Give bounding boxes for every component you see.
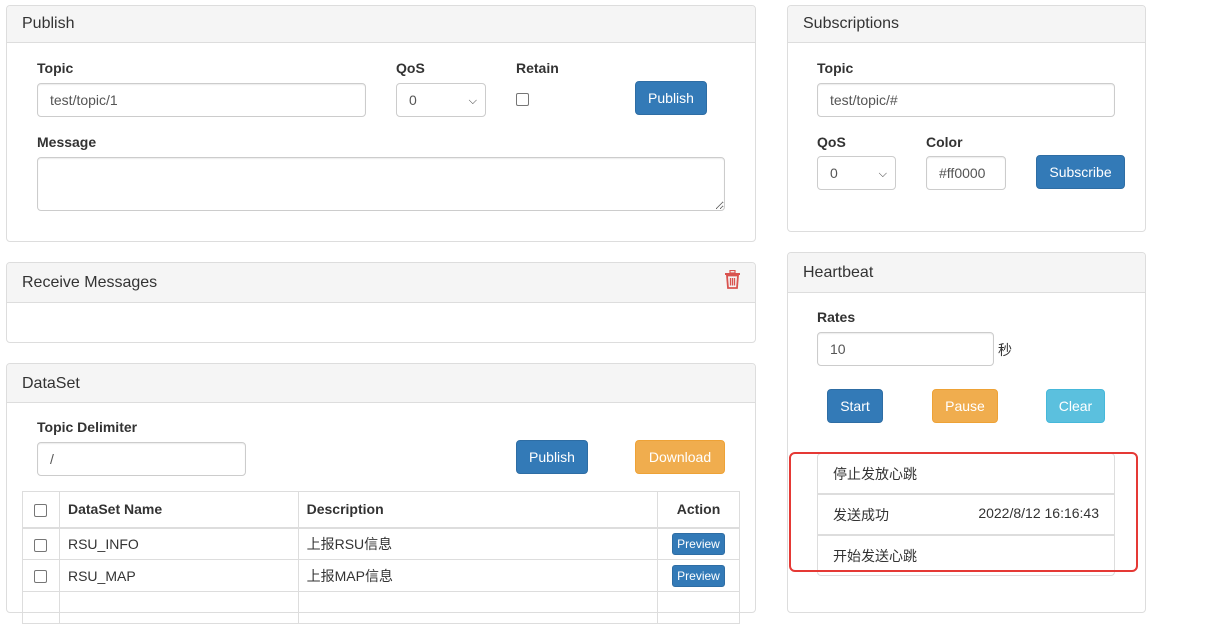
table-row xyxy=(22,591,740,624)
select-all-cell xyxy=(22,491,60,529)
color-label: Color xyxy=(926,134,963,150)
column-header-description: Description xyxy=(297,491,659,529)
column-header-name: DataSet Name xyxy=(58,491,299,529)
heartbeat-panel-title: Heartbeat xyxy=(788,253,1145,293)
dataset-panel-title: DataSet xyxy=(7,364,755,403)
color-input[interactable]: #ff0000 xyxy=(926,156,1006,190)
rates-label: Rates xyxy=(817,309,856,325)
publish-panel-title: Publish xyxy=(7,6,755,43)
table-header-row: DataSet Name Description Action xyxy=(22,491,740,529)
row-checkbox[interactable] xyxy=(34,570,48,584)
message-textarea[interactable] xyxy=(37,157,725,211)
publish-button[interactable]: Publish xyxy=(635,81,707,115)
publish-qos-label: QoS xyxy=(396,60,425,76)
dataset-name-cell: RSU_MAP xyxy=(58,559,299,592)
subscription-qos-select[interactable]: 0 ⌵ xyxy=(817,156,896,190)
subscriptions-panel: Subscriptions xyxy=(787,5,1146,232)
select-all-checkbox[interactable] xyxy=(34,504,48,518)
pause-button[interactable]: Pause xyxy=(932,389,998,423)
chevron-down-icon: ⌵ xyxy=(468,95,477,107)
chevron-down-icon: ⌵ xyxy=(878,168,887,180)
publish-qos-value: 0 xyxy=(409,92,417,108)
retain-checkbox[interactable] xyxy=(516,93,529,106)
dataset-name-cell: RSU_INFO xyxy=(58,527,299,560)
dataset-description-cell: 上报RSU信息 xyxy=(297,527,659,560)
dataset-description-cell: 上报MAP信息 xyxy=(297,559,659,592)
action-cell: Preview xyxy=(657,559,740,592)
subscription-qos-value: 0 xyxy=(830,165,838,181)
table-row: RSU_INFO 上报RSU信息 Preview xyxy=(22,527,740,560)
subscription-qos-label: QoS xyxy=(817,134,846,150)
action-cell: Preview xyxy=(657,527,740,560)
retain-label: Retain xyxy=(516,60,559,76)
table-row: RSU_MAP 上报MAP信息 Preview xyxy=(22,559,740,592)
dataset-table: DataSet Name Description Action RSU_INFO… xyxy=(22,491,740,624)
subscription-topic-input[interactable]: test/topic/# xyxy=(817,83,1115,117)
subscribe-button[interactable]: Subscribe xyxy=(1036,155,1125,189)
row-checkbox[interactable] xyxy=(34,538,48,552)
subscriptions-panel-title: Subscriptions xyxy=(788,6,1145,43)
message-label: Message xyxy=(37,134,97,150)
row-select-cell xyxy=(22,559,60,592)
rates-input[interactable]: 10 xyxy=(817,332,994,366)
dataset-publish-button[interactable]: Publish xyxy=(516,440,588,474)
receive-messages-panel: Receive Messages xyxy=(6,262,756,343)
rates-unit: 秒 xyxy=(998,342,1012,358)
highlight-box xyxy=(789,452,1138,572)
topic-delimiter-input[interactable]: / xyxy=(37,442,246,476)
column-header-action: Action xyxy=(657,491,740,529)
receive-messages-title: Receive Messages xyxy=(7,263,755,303)
preview-button[interactable]: Preview xyxy=(672,532,725,555)
start-button[interactable]: Start xyxy=(827,389,883,423)
publish-topic-label: Topic xyxy=(37,60,74,76)
publish-qos-select[interactable]: 0 ⌵ xyxy=(396,83,486,117)
publish-topic-input[interactable]: test/topic/1 xyxy=(37,83,366,117)
download-button[interactable]: Download xyxy=(635,440,725,474)
trash-icon[interactable] xyxy=(724,270,741,289)
clear-button[interactable]: Clear xyxy=(1046,389,1105,423)
subscription-topic-label: Topic xyxy=(817,60,854,76)
preview-button[interactable]: Preview xyxy=(672,564,725,587)
topic-delimiter-label: Topic Delimiter xyxy=(37,419,138,435)
row-select-cell xyxy=(22,527,60,560)
